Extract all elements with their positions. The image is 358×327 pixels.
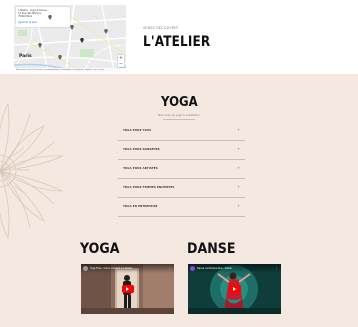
accordion-label: YOGA POUR DANSEURS [123,148,160,151]
yoga-heading-text: YOGA [80,241,120,257]
map-zoom-control[interactable]: + − [118,55,124,67]
plus-icon: + [237,147,240,151]
page-title: L'ATELIER [143,34,211,50]
map-pin-icon[interactable] [58,55,62,60]
zoom-out-button[interactable]: − [118,61,124,67]
flower-decoration-icon [0,102,64,240]
more-options-icon[interactable]: ⋮ [168,266,171,270]
map-pin-icon[interactable] [48,15,52,20]
map-pin-icon[interactable] [104,29,108,34]
accordion-item-yoga-pour-femmes-enceintes[interactable]: YOGA POUR FEMMES ENCEINTES + [118,179,245,198]
plus-icon: + [237,204,240,208]
map-city-label: Paris [19,54,32,59]
video-title-bar: Danse contemporaine - Atelier ⋮ [188,264,281,273]
page: L'Atelier - Yoga & Danse 47 Rue des Mart… [0,0,358,327]
video-title[interactable]: Yoga Flow - Cours complet à L'Atelier [90,267,133,270]
danse-video-embed[interactable]: Danse contemporaine - Atelier ⋮ [188,264,281,314]
channel-avatar[interactable] [190,266,195,271]
accordion-item-yoga-pour-artistes[interactable]: YOGA POUR ARTISTES + [118,160,245,179]
yoga-video-heading: YOGA [80,241,124,257]
youtube-play-button[interactable] [121,285,134,293]
plus-icon: + [237,185,240,189]
video-title-bar: Yoga Flow - Cours complet à L'Atelier ⋮ [81,264,174,273]
accordion-item-yoga-pour-tous[interactable]: YOGA POUR TOUS + [118,122,245,141]
map-enlarge-link[interactable]: Agrandir le plan [18,21,68,24]
plus-icon: + [237,166,240,170]
top-section: L'Atelier - Yoga & Danse 47 Rue des Mart… [0,0,358,74]
accordion-item-yoga-en-entreprise[interactable]: YOGA EN ENTREPRISE + [118,198,245,217]
plus-icon: + [237,128,240,132]
danse-video-heading: DANSE [187,241,241,257]
map-pin-icon[interactable] [80,38,84,43]
map-pin-icon[interactable] [38,43,42,48]
accordion-label: YOGA POUR FEMMES ENCEINTES [123,186,175,189]
more-options-icon[interactable]: ⋮ [275,266,278,270]
youtube-play-button[interactable] [228,285,241,293]
danse-heading-text: DANSE [187,241,236,257]
accordion-label: YOGA EN ENTREPRISE [123,205,158,208]
yoga-title-text: YOGA [160,95,198,110]
map-info-line: 75009 Paris [18,15,33,19]
section-kicker: VENEZ DÉCOUVRIR [143,26,179,30]
title-divider [163,119,195,120]
map-info-card: L'Atelier - Yoga & Danse 47 Rue des Mart… [16,7,70,27]
accordion-label: YOGA POUR ARTISTES [123,167,158,170]
channel-avatar[interactable] [83,266,88,271]
yoga-section-title: YOGA [0,95,358,110]
yoga-section-subtitle: Nos cours de yoga & méditation [158,114,200,117]
video-title[interactable]: Danse contemporaine - Atelier [197,267,232,270]
map-footer: Raccourcis clavier Données cartographiqu… [14,68,126,72]
map-pin-icon[interactable] [70,25,74,30]
accordion-label: YOGA POUR TOUS [123,129,152,132]
google-map[interactable]: L'Atelier - Yoga & Danse 47 Rue des Mart… [14,5,126,72]
accordion-item-yoga-pour-danseurs[interactable]: YOGA POUR DANSEURS + [118,141,245,160]
yoga-video-embed[interactable]: Yoga Flow - Cours complet à L'Atelier ⋮ [81,264,174,314]
